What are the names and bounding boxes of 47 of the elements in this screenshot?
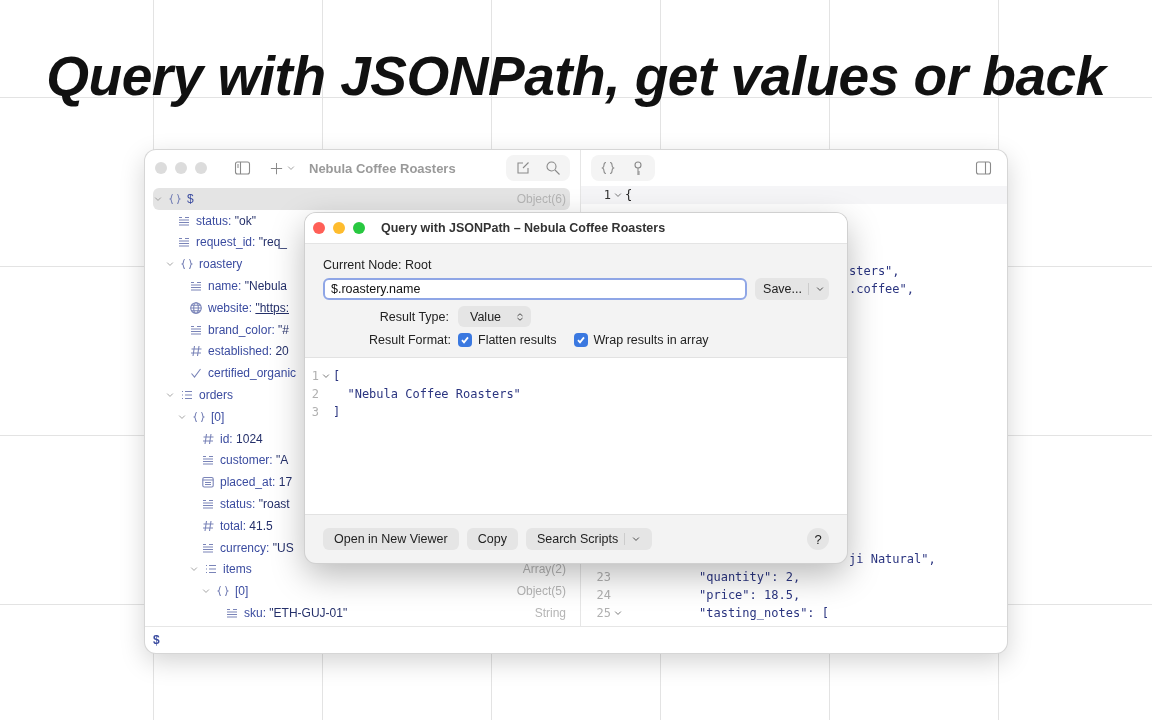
code-text: .coffee", xyxy=(849,282,915,296)
code-text: { xyxy=(625,188,633,202)
node-label: name: "Nebula xyxy=(208,279,287,294)
current-node-label: Current Node: Root xyxy=(323,258,433,272)
node-label: customer: "A xyxy=(220,453,289,468)
node-type: Object(5) xyxy=(516,584,567,599)
code-text: "price": 18.5, xyxy=(698,588,801,602)
window-title: Nebula Coffee Roasters xyxy=(309,160,457,176)
node-label: website: "https: xyxy=(208,300,289,315)
code-text: [ xyxy=(333,369,341,383)
node-label: placed_at: 17 xyxy=(220,475,293,490)
line-number: 3 xyxy=(310,405,320,419)
node-label: roastery xyxy=(199,257,243,272)
node-label: status: "ok" xyxy=(196,213,256,228)
node-type: Array(2) xyxy=(522,562,567,577)
headline: Query with JSONPath, get values or back xyxy=(45,44,1109,106)
line-number: 1 xyxy=(310,369,320,383)
node-label: sku: "ETH-GUJ-01" xyxy=(244,606,348,621)
line-number: 24 xyxy=(595,588,612,602)
node-label: total: 41.5 xyxy=(220,518,273,533)
code-text: ji Natural", xyxy=(849,552,936,566)
node-type: String xyxy=(534,606,567,621)
code-text: ] xyxy=(333,405,341,419)
result-type-label: Result Type: xyxy=(378,309,449,324)
line-number: 2 xyxy=(310,387,320,401)
node-label: request_id: "req_ xyxy=(196,235,287,250)
code-text: sters", xyxy=(849,264,900,278)
node-label: orders xyxy=(199,388,233,403)
node-label: brand_color: "# xyxy=(208,322,289,337)
node-label: [0] xyxy=(235,584,249,599)
code-text: "tasting_notes": [ xyxy=(698,606,830,620)
dialog-title: Query with JSONPath – Nebula Coffee Roasters xyxy=(381,221,666,235)
code-text: "Nebula Coffee Roasters" xyxy=(346,387,521,401)
node-label: status: "roast xyxy=(220,497,290,512)
node-label: currency: "US xyxy=(220,540,294,555)
node-label: $ xyxy=(187,191,194,206)
code-text: "quantity": 2, xyxy=(698,570,801,584)
node-label: items xyxy=(223,562,252,577)
path-label: $ xyxy=(153,633,160,647)
line-number: 1 xyxy=(602,188,612,202)
node-label: certified_organic xyxy=(208,366,297,381)
node-label: [0] xyxy=(211,409,225,424)
line-number: 23 xyxy=(595,570,612,584)
line-number: 25 xyxy=(595,606,612,620)
node-label: established: 20 xyxy=(208,344,289,359)
node-label: id: 1024 xyxy=(220,431,263,446)
result-format-label: Result Format: xyxy=(369,333,449,347)
